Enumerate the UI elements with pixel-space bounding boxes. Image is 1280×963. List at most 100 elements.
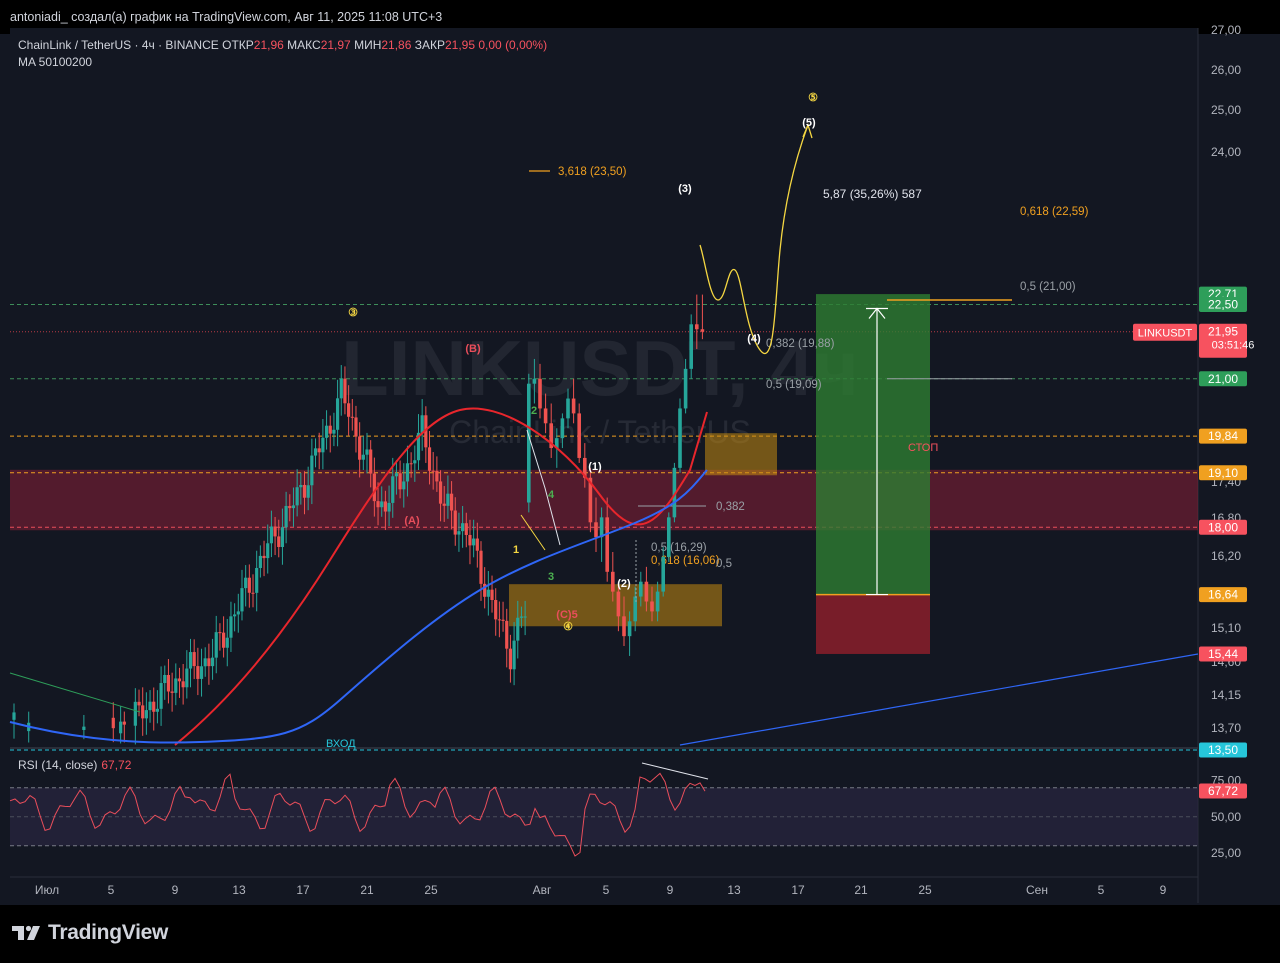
close-value: 21,95 xyxy=(445,38,476,52)
candle-body xyxy=(313,448,318,456)
x-tick-label: Авг xyxy=(533,883,552,897)
stop-label: СТОП xyxy=(908,442,938,454)
candle-body xyxy=(159,683,163,709)
candle-body xyxy=(299,484,303,488)
candle-body xyxy=(229,616,233,638)
x-tick-label: 25 xyxy=(918,883,932,897)
wave-label: 2 xyxy=(531,405,537,417)
candle-body xyxy=(196,666,200,679)
wave-label: (C)5 xyxy=(556,609,577,621)
candle-body xyxy=(501,619,505,621)
candle-body xyxy=(291,505,296,509)
candle-body xyxy=(577,413,581,458)
candle-body xyxy=(391,476,395,503)
candle-body xyxy=(449,493,454,511)
x-tick-label: Сен xyxy=(1026,883,1048,897)
wave-label: (2) xyxy=(617,578,631,590)
candle-body xyxy=(181,681,185,688)
ma-legend[interactable]: MA 50100200 xyxy=(18,54,547,71)
candle-body xyxy=(468,534,472,546)
candle-body xyxy=(599,517,604,538)
chart-canvas[interactable]: LINKUSDT, 4чChainLink / TetherUS5,87 (35… xyxy=(0,0,1280,963)
price-mark-label: 22,50 xyxy=(1208,298,1238,312)
candle-body xyxy=(306,485,310,498)
change-value: 0,00 (0,00%) xyxy=(478,38,548,52)
candle-body xyxy=(453,510,457,535)
candle-body xyxy=(188,652,193,669)
candle-body xyxy=(695,324,699,330)
candle-body xyxy=(532,378,537,384)
price-mark-label: 15,44 xyxy=(1208,647,1238,661)
candle-body xyxy=(479,550,483,584)
fib-label: 0,618 (22,59) xyxy=(1020,206,1089,218)
candle-body xyxy=(82,726,86,730)
candle-body xyxy=(622,616,626,637)
wave-label: (3) xyxy=(678,183,692,195)
price-mark-label: 13,50 xyxy=(1208,743,1238,757)
candle-body xyxy=(566,398,570,419)
candle-body xyxy=(512,640,516,670)
high-label: МАКС xyxy=(287,38,321,52)
candle-body xyxy=(661,556,665,592)
fib-label: 0,5 xyxy=(716,558,732,570)
tradingview-logo[interactable]: TradingView xyxy=(12,921,168,945)
candle-body xyxy=(203,658,207,667)
candle-body xyxy=(233,614,237,617)
candle-body xyxy=(369,449,373,474)
candle-body xyxy=(571,398,576,414)
candle-body xyxy=(240,588,244,612)
y-tick-label: 16,20 xyxy=(1211,549,1241,563)
wave-label: (4) xyxy=(747,333,761,345)
candle-body xyxy=(413,460,417,464)
candle-body xyxy=(700,329,705,332)
tradingview-logo-text: TradingView xyxy=(48,921,169,944)
rsi-value-mark: 67,72 xyxy=(1208,784,1238,798)
candle-body xyxy=(251,592,255,594)
open-value: 21,96 xyxy=(253,38,284,52)
candle-body xyxy=(328,425,332,434)
legend-line-1: ChainLink / TetherUS · 4ч · BINANCE ОТКР… xyxy=(18,37,547,54)
candle-body xyxy=(166,674,171,692)
stop-zone xyxy=(816,594,930,654)
y-tick-label: 26,00 xyxy=(1211,63,1241,77)
candle-body xyxy=(402,481,406,490)
fib-label: 0,618 (16,06) xyxy=(651,555,720,567)
candle-body xyxy=(594,522,598,538)
candle-body xyxy=(505,620,509,649)
candle-body xyxy=(119,721,123,734)
candle-body xyxy=(141,705,145,719)
candle-body xyxy=(387,502,391,512)
candle-body xyxy=(332,429,336,434)
candle-body xyxy=(148,701,152,711)
candle-body xyxy=(446,493,450,506)
candle-body xyxy=(122,721,126,725)
price-mark-label: 21,95 xyxy=(1208,325,1238,339)
x-tick-label: 25 xyxy=(424,883,438,897)
x-tick-label: 5 xyxy=(603,883,610,897)
y-tick-label: 15,10 xyxy=(1211,621,1241,635)
candle-body xyxy=(519,616,524,618)
x-tick-label: 5 xyxy=(1098,883,1105,897)
rsi-y-tick-label: 25,00 xyxy=(1211,846,1241,860)
countdown-label: 03:51:46 xyxy=(1212,340,1255,352)
candle-body xyxy=(605,517,609,572)
candle-body xyxy=(277,536,281,548)
fib-label: 0,5 (16,29) xyxy=(651,542,707,554)
rsi-legend[interactable]: RSI (14, close) 67,72 xyxy=(18,758,131,772)
rsi-label: RSI (14, close) xyxy=(18,758,98,772)
fib-label: 0,382 (19,88) xyxy=(766,338,835,350)
candle-body xyxy=(538,378,542,409)
candle-body xyxy=(155,708,160,712)
candle-body xyxy=(639,581,643,597)
candle-body xyxy=(650,601,654,612)
candle-body xyxy=(358,436,362,460)
candle-body xyxy=(461,523,465,532)
symbol-name[interactable]: ChainLink / TetherUS · 4ч · BINANCE xyxy=(18,38,219,52)
candle-body xyxy=(475,538,479,551)
candle-body xyxy=(616,591,621,617)
symbol-tag-label: LINKUSDT xyxy=(1138,328,1193,340)
candle-body xyxy=(218,632,222,634)
y-tick-label: 13,70 xyxy=(1211,721,1241,735)
candle-body xyxy=(214,632,218,658)
fib-label: 0,5 (19,09) xyxy=(766,379,822,391)
